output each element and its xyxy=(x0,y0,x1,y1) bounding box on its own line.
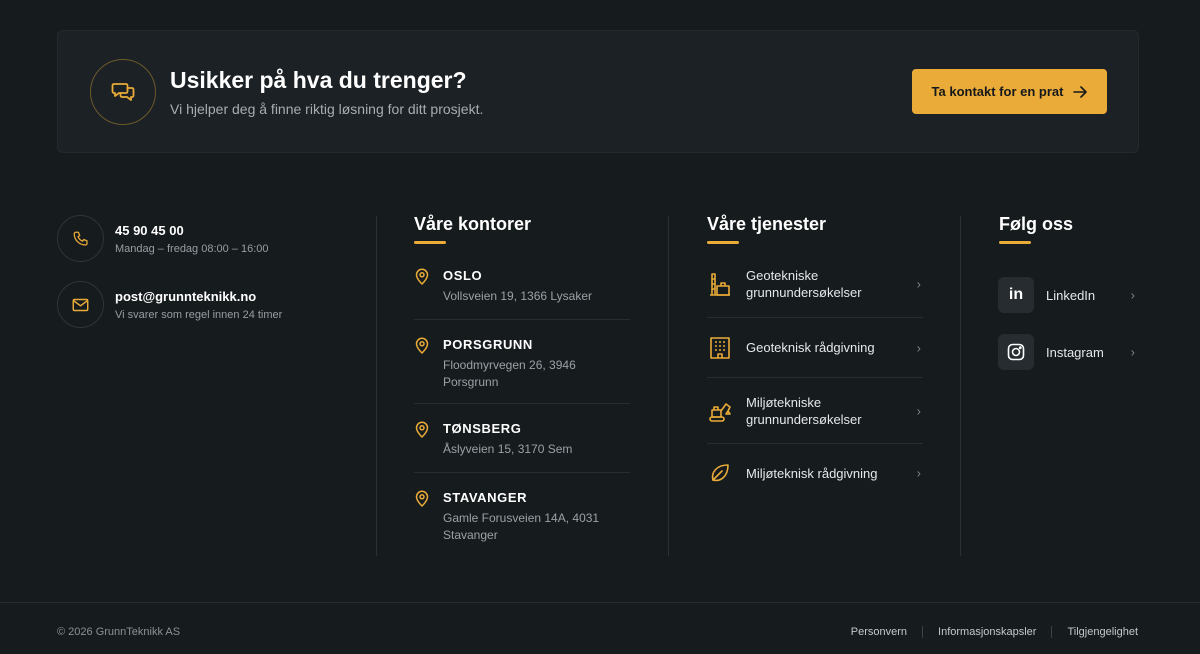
chevron-right-icon: › xyxy=(916,276,921,292)
footer-link-cookies[interactable]: Informasjonskapsler xyxy=(938,626,1036,638)
heading-underline xyxy=(414,241,446,244)
services-heading: Våre tjenester xyxy=(707,214,827,234)
office-city: PORSGRUNN xyxy=(443,337,533,352)
phone-icon xyxy=(57,215,104,262)
contact-us-button-label: Ta kontakt for en prat xyxy=(931,84,1064,99)
office-item: OSLO Vollsveien 19, 1366 Lysaker xyxy=(414,268,630,320)
column-divider xyxy=(376,216,377,556)
chevron-right-icon: › xyxy=(916,403,921,418)
chevron-right-icon: › xyxy=(1130,287,1135,303)
footer-link-privacy[interactable]: Personvern xyxy=(851,626,907,638)
heading-underline xyxy=(707,241,739,244)
office-address: Vollsveien 19, 1366 Lysaker xyxy=(443,289,592,303)
arrow-right-icon xyxy=(1073,85,1088,98)
office-item: STAVANGER Gamle Forusveien 14A, 4031 Sta… xyxy=(414,490,630,550)
mail-icon xyxy=(57,281,104,328)
map-pin-icon xyxy=(415,490,429,507)
column-divider xyxy=(960,216,961,556)
office-item: TØNSBERG Åslyveien 15, 3170 Sem xyxy=(414,421,630,473)
service-item-environmental-advice[interactable]: Miljøteknisk rådgivning › xyxy=(707,444,923,502)
contact-us-button[interactable]: Ta kontakt for en prat xyxy=(912,69,1107,114)
office-address: Floodmyrvegen 26, 3946 Porsgrunn xyxy=(443,358,576,389)
social-label: LinkedIn xyxy=(1046,287,1096,303)
footer-separator xyxy=(922,626,924,638)
email-note: Vi svarer som regel innen 24 timer xyxy=(115,308,283,321)
offices-heading: Våre kontorer xyxy=(414,214,532,234)
social-heading: Følg oss xyxy=(999,214,1074,234)
heading-underline xyxy=(999,241,1031,244)
chevron-right-icon: › xyxy=(916,465,921,481)
footer-link-accessibility[interactable]: Tilgjengelighet xyxy=(1067,626,1138,638)
footer-links: Personvern Informasjonskapsler Tilgjenge… xyxy=(851,626,1138,638)
office-address: Åslyveien 15, 3170 Sem xyxy=(443,442,573,456)
social-label: Instagram xyxy=(1046,344,1104,360)
email-contact[interactable]: post@grunnteknikk.no Vi svarer som regel… xyxy=(57,281,282,328)
column-divider xyxy=(668,216,669,556)
leaf-icon xyxy=(707,460,733,486)
linkedin-icon: in xyxy=(998,277,1034,313)
instagram-icon xyxy=(998,334,1034,370)
service-label: Miljøtekniske grunnundersøkelser xyxy=(746,394,862,427)
cta-title: Usikker på hva du trenger? xyxy=(170,67,467,93)
office-city: STAVANGER xyxy=(443,490,528,505)
office-city: OSLO xyxy=(443,268,483,283)
footer-separator xyxy=(1051,626,1053,638)
footer-divider xyxy=(0,602,1200,603)
drilling-rig-icon xyxy=(707,271,733,297)
service-item-geotechnical-advice[interactable]: Geoteknisk rådgivning › xyxy=(707,318,923,378)
phone-number[interactable]: 45 90 45 00 xyxy=(115,223,269,238)
office-item: PORSGRUNN Floodmyrvegen 26, 3946 Porsgru… xyxy=(414,337,630,404)
service-item-geotechnical-surveys[interactable]: Geotekniske grunnundersøkelser › xyxy=(707,251,923,318)
chevron-right-icon: › xyxy=(1130,344,1135,360)
chevron-right-icon: › xyxy=(916,340,921,355)
email-address[interactable]: post@grunnteknikk.no xyxy=(115,289,282,304)
chat-bubbles-icon xyxy=(90,59,156,125)
copyright: © 2026 GrunnTeknikk AS xyxy=(57,626,181,638)
service-label: Geoteknisk rådgivning xyxy=(746,340,875,355)
excavator-icon xyxy=(707,398,733,424)
service-item-environmental-surveys[interactable]: Miljøtekniske grunnundersøkelser › xyxy=(707,378,923,444)
instagram-link[interactable]: Instagram › xyxy=(998,334,1139,370)
service-label: Geotekniske grunnundersøkelser xyxy=(746,268,862,300)
office-address: Gamle Forusveien 14A, 4031 Stavanger xyxy=(443,511,600,542)
map-pin-icon xyxy=(415,268,429,285)
cta-subtitle: Vi hjelper deg å finne riktig løsning fo… xyxy=(170,101,484,117)
map-pin-icon xyxy=(415,337,429,354)
phone-hours: Mandag – fredag 08:00 – 16:00 xyxy=(115,242,269,255)
building-icon xyxy=(707,335,733,361)
map-pin-icon xyxy=(415,421,429,438)
linkedin-link[interactable]: in LinkedIn › xyxy=(998,277,1139,313)
office-city: TØNSBERG xyxy=(443,421,522,436)
cta-banner: Usikker på hva du trenger? Vi hjelper de… xyxy=(57,30,1139,153)
service-label: Miljøteknisk rådgivning xyxy=(746,465,878,481)
phone-contact[interactable]: 45 90 45 00 Mandag – fredag 08:00 – 16:0… xyxy=(57,215,269,262)
